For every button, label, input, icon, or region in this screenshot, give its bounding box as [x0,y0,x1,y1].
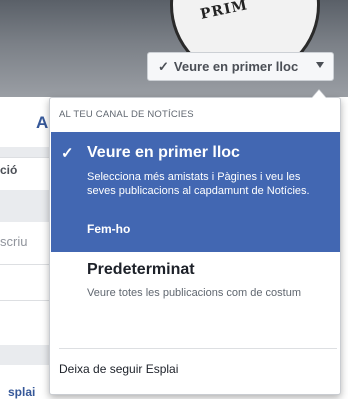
unfollow-option[interactable]: Deixa de seguir Esplai [59,362,178,376]
composer-input[interactable]: scriu [0,234,27,249]
follow-options-menu: AL TEU CANAL DE NOTÍCIES ✓ Veure en prim… [49,97,341,395]
menu-pointer-inner [312,90,326,98]
option-see-first[interactable]: ✓ Veure en primer lloc Selecciona més am… [51,132,340,252]
page-divider-line [0,157,49,158]
option-action-link[interactable]: Fem-ho [87,222,130,236]
caret-down-icon [316,62,324,68]
option-description: Veure totes les publicacions com de cost… [87,287,302,299]
menu-divider [59,348,337,349]
menu-header: AL TEU CANAL DE NOTÍCIES [59,109,194,120]
page-divider-line [0,300,49,301]
page-name-link[interactable]: splai [8,385,35,399]
option-description: Selecciona més amistats i Pàgines i veu … [87,171,310,197]
page-divider-line [0,264,49,265]
follow-settings-label: Veure en primer lloc [173,59,299,74]
page-divider [0,147,49,157]
option-title: Veure en primer lloc [87,144,240,161]
option-default[interactable]: Predeterminat Veure totes les publicacio… [51,261,340,339]
page-section [0,190,49,222]
page-tab[interactable]: ció [0,163,17,177]
page-section [0,345,49,365]
option-title: Predeterminat [87,261,195,278]
follow-settings-button[interactable]: ✓ Veure en primer lloc [147,52,334,81]
page-nav-item[interactable]: A [36,113,48,133]
check-icon: ✓ [158,58,169,74]
cover-photo: PRIM [0,0,348,97]
checkmark-icon: ✓ [61,145,74,162]
